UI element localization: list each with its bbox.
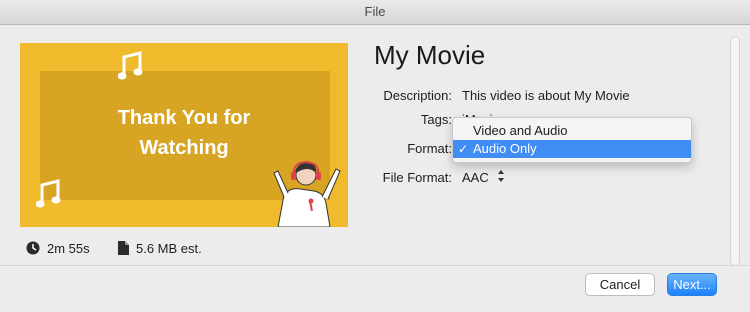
duration-info: 2m 55s (26, 238, 90, 258)
next-button[interactable]: Next... (667, 273, 717, 296)
vertical-scrollbar[interactable] (730, 36, 740, 266)
file-size-text: 5.6 MB est. (136, 240, 202, 256)
format-dropdown-menu[interactable]: Video and Audio ✓ Audio Only (452, 117, 692, 163)
tags-label: Tags: (420, 112, 452, 127)
description-label: Description: (383, 88, 452, 103)
thumbnail-caption-line-1: Thank You for (117, 107, 251, 129)
format-option-audio-only[interactable]: ✓ Audio Only (453, 140, 691, 158)
footer-divider (0, 265, 750, 266)
music-note-icon (36, 179, 61, 208)
clock-icon (26, 241, 40, 255)
music-note-icon (118, 51, 143, 80)
window-titlebar: File (0, 0, 750, 25)
movie-title: My Movie (374, 40, 486, 70)
duration-text: 2m 55s (47, 240, 90, 256)
person-illustration (273, 160, 341, 227)
document-icon (118, 241, 129, 255)
checkmark-icon: ✓ (458, 142, 469, 156)
file-format-value[interactable]: AAC (462, 170, 489, 185)
movie-thumbnail: Thank You for Watching (20, 43, 348, 227)
file-size-info: 5.6 MB est. (118, 238, 202, 258)
format-option-label: Video and Audio (473, 123, 568, 138)
file-format-label: File Format: (382, 170, 452, 185)
format-option-label: Audio Only (473, 141, 537, 156)
window-title: File (364, 4, 386, 19)
description-value[interactable]: This video is about My Movie (462, 88, 630, 103)
format-label: Format: (407, 141, 452, 156)
format-option-video-and-audio[interactable]: Video and Audio (453, 122, 691, 140)
cancel-button[interactable]: Cancel (585, 273, 655, 296)
up-down-arrows-icon[interactable] (497, 168, 505, 184)
